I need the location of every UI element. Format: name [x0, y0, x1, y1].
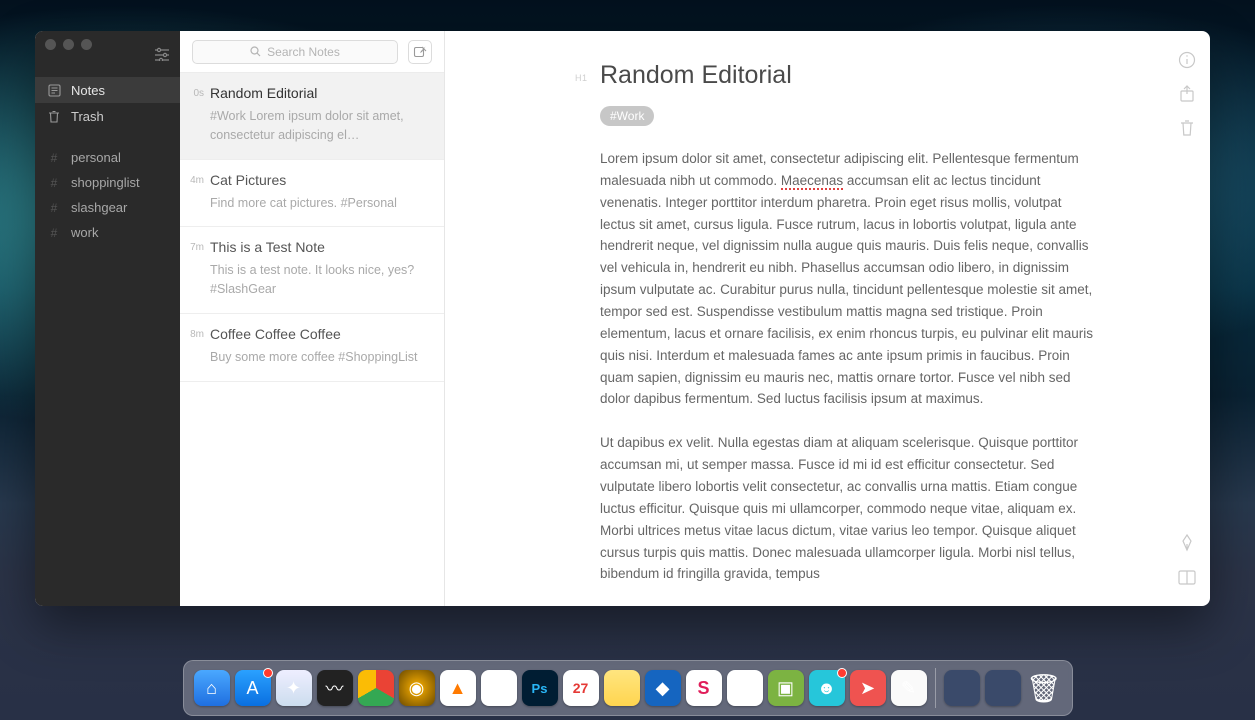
panels-icon[interactable]	[1178, 568, 1196, 586]
hash-icon: #	[47, 201, 61, 215]
tag-label: work	[71, 225, 98, 240]
dock-trash[interactable]: 🗑	[1026, 670, 1062, 706]
sidebar-item-label: Trash	[71, 109, 104, 124]
settings-icon[interactable]	[154, 47, 170, 61]
dock-photoshop[interactable]: Ps	[522, 670, 558, 706]
dock-plex[interactable]: ◉	[399, 670, 435, 706]
editor-panel[interactable]: H1 Random Editorial #Work Lorem ipsum do…	[445, 31, 1210, 606]
hash-icon: #	[47, 176, 61, 190]
tag-slashgear[interactable]: # slashgear	[35, 195, 180, 220]
heading-marker: H1	[575, 73, 588, 83]
trash-icon	[47, 110, 61, 123]
note-list-toolbar: Search Notes	[180, 31, 444, 73]
search-input[interactable]: Search Notes	[192, 40, 398, 64]
sidebar: Notes Trash # personal # shoppinglist # slashg…	[35, 31, 180, 606]
desktop-background: Notes Trash # personal # shoppinglist # slashg…	[0, 0, 1255, 720]
note-preview: This is a test note. It looks nice, yes?…	[210, 261, 430, 299]
dock-photos[interactable]: ✿	[481, 670, 517, 706]
note-title: This is a Test Note	[210, 239, 430, 255]
badge-icon	[263, 668, 273, 678]
dock-utility-1[interactable]: ◆	[645, 670, 681, 706]
paragraph-2[interactable]: Ut dapibus ex velit. Nulla egestas diam …	[600, 432, 1100, 585]
note-time: 4m	[182, 175, 204, 186]
dock-vlc[interactable]: ▲	[440, 670, 476, 706]
dock-desktop-2[interactable]	[985, 670, 1021, 706]
dock-activity[interactable]: 〰	[317, 670, 353, 706]
note-time: 8m	[182, 329, 204, 340]
search-placeholder: Search Notes	[267, 45, 340, 59]
minimize-window-button[interactable]	[63, 39, 74, 50]
note-preview: Buy some more coffee #ShoppingList	[210, 348, 430, 367]
dock-textedit[interactable]: ✎	[891, 670, 927, 706]
note-title: Cat Pictures	[210, 172, 430, 188]
close-window-button[interactable]	[45, 39, 56, 50]
dock-desktop-1[interactable]	[944, 670, 980, 706]
sidebar-item-trash[interactable]: Trash	[35, 103, 180, 129]
search-icon	[250, 46, 261, 57]
dock-slack[interactable]: S	[686, 670, 722, 706]
dock-utility-2[interactable]: ☻	[809, 670, 845, 706]
tag-shoppinglist[interactable]: # shoppinglist	[35, 170, 180, 195]
info-icon[interactable]	[1178, 51, 1196, 69]
dock-calendar[interactable]: 27	[563, 670, 599, 706]
editor-bottom-tools	[1178, 534, 1196, 586]
note-title[interactable]: Random Editorial	[600, 61, 1130, 90]
pen-icon[interactable]	[1178, 534, 1196, 552]
tag-label: personal	[71, 150, 121, 165]
dock-chrome[interactable]	[358, 670, 394, 706]
share-icon[interactable]	[1178, 85, 1196, 103]
zoom-window-button[interactable]	[81, 39, 92, 50]
dock-safari[interactable]: ✦	[276, 670, 312, 706]
note-item-3[interactable]: 8m Coffee Coffee Coffee Buy some more coff…	[180, 314, 444, 382]
hash-icon: #	[47, 226, 61, 240]
dock-transmit[interactable]: ➤	[850, 670, 886, 706]
note-body[interactable]: Lorem ipsum dolor sit amet, consectetur …	[600, 148, 1100, 585]
sidebar-item-label: Notes	[71, 83, 105, 98]
note-title: Coffee Coffee Coffee	[210, 326, 430, 342]
note-item-1[interactable]: 4m Cat Pictures Find more cat pictures. #P…	[180, 160, 444, 228]
note-title: Random Editorial	[210, 85, 430, 101]
tag-label: shoppinglist	[71, 175, 140, 190]
dock-separator	[935, 668, 936, 708]
editor-right-tools	[1178, 51, 1196, 137]
compose-icon	[413, 45, 427, 59]
dock-notes-app[interactable]	[604, 670, 640, 706]
dock-butterfly[interactable]: ✶	[727, 670, 763, 706]
dock: ⌂A✦〰 ◉▲✿Ps27 ◆S✶▣☻➤✎ 🗑	[183, 660, 1073, 716]
note-item-0[interactable]: 0s Random Editorial #Work Lorem ipsum dolo…	[180, 73, 444, 160]
paragraph-1[interactable]: Lorem ipsum dolor sit amet, consectetur …	[600, 148, 1100, 410]
note-preview: #Work Lorem ipsum dolor sit amet, consec…	[210, 107, 430, 145]
note-item-2[interactable]: 7m This is a Test Note This is a test note…	[180, 227, 444, 314]
note-list-panel: Search Notes 0s Random Editorial #Work Lor…	[180, 31, 445, 606]
bear-notes-window: Notes Trash # personal # shoppinglist # slashg…	[35, 31, 1210, 606]
note-icon	[47, 84, 61, 97]
sidebar-item-notes[interactable]: Notes	[35, 77, 180, 103]
tag-work[interactable]: # work	[35, 220, 180, 245]
dock-android-studio[interactable]: ▣	[768, 670, 804, 706]
dock-finder[interactable]: ⌂	[194, 670, 230, 706]
note-preview: Find more cat pictures. #Personal	[210, 194, 430, 213]
trash-icon[interactable]	[1178, 119, 1196, 137]
tag-pill[interactable]: #Work	[600, 106, 654, 126]
hash-icon: #	[47, 151, 61, 165]
note-time: 0s	[182, 88, 204, 99]
compose-button[interactable]	[408, 40, 432, 64]
tag-personal[interactable]: # personal	[35, 145, 180, 170]
spellcheck-word[interactable]: Maecenas	[781, 173, 843, 190]
note-time: 7m	[182, 242, 204, 253]
tag-label: slashgear	[71, 200, 127, 215]
badge-icon	[837, 668, 847, 678]
dock-app-store[interactable]: A	[235, 670, 271, 706]
